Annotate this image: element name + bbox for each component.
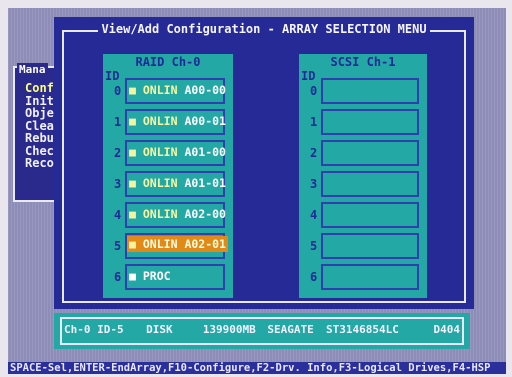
slot-id: 1 (310, 115, 318, 129)
raid-slot-0[interactable]: 0 ■ ONLIN A00-00 (114, 78, 226, 104)
scsi-slot-2[interactable]: 2 (310, 140, 419, 166)
disk-marker-icon: ■ (129, 176, 136, 190)
slot-id: 3 (310, 177, 318, 191)
disk-entry: ■ ONLIN A02-00 (129, 207, 226, 221)
disk-marker-icon: ■ (129, 83, 136, 97)
scsi-channel-panel: SCSI Ch-1 ID 0 1 2 3 4 5 6 (299, 54, 427, 298)
raid-id-header: ID (105, 69, 120, 83)
disk-entry: ■ ONLIN A00-00 (129, 83, 226, 97)
scsi-id-header: ID (301, 69, 316, 83)
raid-channel-title: RAID Ch-0 (135, 55, 201, 69)
slot-id: 2 (114, 146, 122, 160)
slot-id: 5 (114, 239, 122, 253)
scsi-slot-4[interactable]: 4 (310, 202, 419, 228)
disk-array: A00-01 (184, 114, 226, 128)
disk-status: ONLIN (142, 83, 178, 97)
management-menu-title: Mana (17, 63, 48, 76)
slot-id: 6 (114, 270, 122, 284)
slot-id: 3 (114, 177, 122, 191)
disk-marker-icon: ■ (129, 114, 136, 128)
drive-model: ST3146854LC (325, 323, 399, 336)
raid-slot-4[interactable]: 4 ■ ONLIN A02-00 (114, 202, 226, 228)
slot-id: 0 (310, 84, 318, 98)
raid-slot-2[interactable]: 2 ■ ONLIN A01-00 (114, 140, 226, 166)
drive-channel-id: Ch-0 ID-5 (64, 323, 124, 336)
slot-id: 1 (114, 115, 122, 129)
raid-slot-1[interactable]: 1 ■ ONLIN A00-01 (114, 109, 226, 135)
drive-info-bar: Ch-0 ID-5 DISK 139900MB SEAGATE ST314685… (54, 313, 470, 349)
raid-slot-3[interactable]: 3 ■ ONLIN A01-01 (114, 171, 226, 197)
disk-status: ONLIN (142, 237, 178, 251)
key-help-bar: SPACE-Sel,ENTER-EndArray,F10-Configure,F… (8, 362, 506, 374)
disk-status: ONLIN (142, 114, 178, 128)
drive-size: 139900MB (202, 323, 256, 336)
scsi-slot-6[interactable]: 6 (310, 264, 419, 290)
disk-marker-icon: ■ (129, 237, 136, 251)
disk-entry: ■ ONLIN A00-01 (129, 114, 226, 128)
scsi-slot-1[interactable]: 1 (310, 109, 419, 135)
drive-type: DISK (146, 323, 173, 336)
disk-marker-icon: ■ (129, 207, 136, 221)
drive-vendor: SEAGATE (267, 323, 314, 336)
slot-id: 4 (114, 208, 122, 222)
disk-marker-icon: ■ (129, 269, 136, 283)
disk-status: ONLIN (142, 176, 178, 190)
disk-status: ONLIN (142, 145, 178, 159)
disk-array: A01-01 (184, 176, 226, 190)
scsi-slot-3[interactable]: 3 (310, 171, 419, 197)
disk-array: A02-01 (184, 237, 226, 251)
disk-status: ONLIN (142, 207, 178, 221)
disk-entry: ■ ONLIN A01-00 (129, 145, 226, 159)
scsi-slot-5[interactable]: 5 (310, 233, 419, 259)
disk-array: A00-00 (184, 83, 226, 97)
slot-id: 5 (310, 239, 318, 253)
disk-entry-selected: ■ ONLIN A02-01 (127, 236, 228, 252)
dialog-title-text: View/Add Configuration - ARRAY SELECTION… (98, 22, 430, 36)
raid-slot-5-selected[interactable]: 5 ■ ONLIN A02-01 (114, 233, 228, 259)
scsi-slot-0[interactable]: 0 (310, 78, 419, 104)
disk-array: A01-00 (184, 145, 226, 159)
drive-revision: D404 (433, 323, 461, 336)
slot-id: 4 (310, 208, 318, 222)
slot-id: 6 (310, 270, 318, 284)
disk-entry: ■ ONLIN A01-01 (129, 176, 226, 190)
disk-marker-icon: ■ (129, 145, 136, 159)
slot-id: 2 (310, 146, 318, 160)
dialog-title: View/Add Configuration - ARRAY SELECTION… (54, 22, 474, 36)
scsi-channel-title: SCSI Ch-1 (330, 55, 396, 69)
disk-array: A02-00 (184, 207, 226, 221)
drive-info-text: Ch-0 ID-5 DISK 139900MB SEAGATE ST314685… (64, 323, 460, 336)
raid-slot-6[interactable]: 6 ■ PROC (114, 264, 225, 290)
slot-id: 0 (114, 84, 122, 98)
raid-channel-panel: RAID Ch-0 ID 0 ■ ONLIN A00-00 1 ■ ONLIN … (103, 54, 233, 298)
disk-entry: ■ PROC (129, 269, 171, 283)
disk-status: PROC (142, 269, 171, 283)
